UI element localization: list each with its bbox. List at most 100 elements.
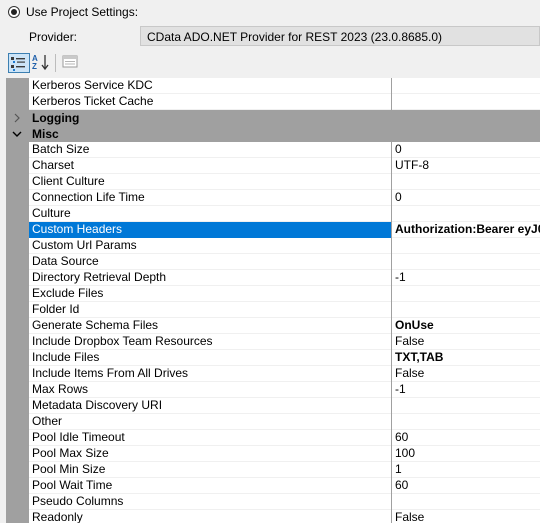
property-row[interactable]: Include Items From All Drives False xyxy=(6,366,540,382)
row-gutter xyxy=(6,478,29,494)
property-value[interactable]: False xyxy=(392,366,540,382)
property-value[interactable] xyxy=(392,78,540,94)
property-name[interactable]: Pool Min Size xyxy=(29,462,391,478)
property-value[interactable] xyxy=(392,398,540,414)
property-name[interactable]: Pool Wait Time xyxy=(29,478,391,494)
property-name[interactable]: Connection Life Time xyxy=(29,190,391,206)
categorized-icon xyxy=(11,57,25,71)
property-value[interactable]: TXT,TAB xyxy=(392,350,540,366)
property-value[interactable]: -1 xyxy=(392,382,540,398)
property-row[interactable]: Pool Min Size 1 xyxy=(6,462,540,478)
property-name[interactable]: Charset xyxy=(29,158,391,174)
row-gutter xyxy=(6,190,29,206)
property-row[interactable]: Pool Max Size 100 xyxy=(6,446,540,462)
property-row[interactable]: Exclude Files xyxy=(6,286,540,302)
property-value[interactable]: False xyxy=(392,334,540,350)
property-value[interactable]: 60 xyxy=(392,430,540,446)
property-row[interactable]: Folder Id xyxy=(6,302,540,318)
property-value[interactable]: UTF-8 xyxy=(392,158,540,174)
provider-field[interactable]: CData ADO.NET Provider for REST 2023 (23… xyxy=(140,26,540,46)
row-gutter xyxy=(6,382,29,398)
property-name[interactable]: Kerberos Service KDC xyxy=(29,78,391,94)
property-row[interactable]: Pool Wait Time 60 xyxy=(6,478,540,494)
category-row[interactable]: Misc xyxy=(6,126,540,142)
property-name[interactable]: Pseudo Columns xyxy=(29,494,391,510)
property-value[interactable] xyxy=(392,174,540,190)
property-name[interactable]: Include Items From All Drives xyxy=(29,366,391,382)
property-row[interactable]: Charset UTF-8 xyxy=(6,158,540,174)
property-grid[interactable]: Kerberos Service KDC Kerberos Ticket Cach… xyxy=(6,78,540,523)
property-value[interactable] xyxy=(392,254,540,270)
property-row[interactable]: Pseudo Columns xyxy=(6,494,540,510)
property-name[interactable]: Readonly xyxy=(29,510,391,523)
property-name[interactable]: Culture xyxy=(29,206,391,222)
property-name[interactable]: Include Files xyxy=(29,350,391,366)
property-value[interactable]: False xyxy=(392,510,540,523)
property-name[interactable]: Custom Url Params xyxy=(29,238,391,254)
property-name[interactable]: Pool Max Size xyxy=(29,446,391,462)
property-value[interactable]: Authorization:Bearer eyJ0 xyxy=(392,222,540,238)
property-name[interactable]: Include Dropbox Team Resources xyxy=(29,334,391,350)
property-row[interactable]: Other xyxy=(6,414,540,430)
property-value[interactable] xyxy=(392,286,540,302)
property-row[interactable]: Metadata Discovery URI xyxy=(6,398,540,414)
property-row[interactable]: Kerberos Ticket Cache xyxy=(6,94,540,110)
property-name[interactable]: Exclude Files xyxy=(29,286,391,302)
property-value[interactable] xyxy=(392,206,540,222)
property-row[interactable]: Client Culture xyxy=(6,174,540,190)
property-row[interactable]: Custom Headers Authorization:Bearer eyJ0 xyxy=(6,222,540,238)
property-row[interactable]: Directory Retrieval Depth -1 xyxy=(6,270,540,286)
property-name[interactable]: Custom Headers xyxy=(29,222,391,238)
property-pages-button[interactable] xyxy=(60,53,82,73)
categorized-button[interactable] xyxy=(8,53,30,73)
property-value[interactable]: 60 xyxy=(392,478,540,494)
property-name[interactable]: Folder Id xyxy=(29,302,391,318)
property-value[interactable] xyxy=(392,94,540,110)
property-name[interactable]: Data Source xyxy=(29,254,391,270)
row-gutter xyxy=(6,286,29,302)
property-row[interactable]: Data Source xyxy=(6,254,540,270)
property-value[interactable]: -1 xyxy=(392,270,540,286)
property-value[interactable] xyxy=(392,238,540,254)
provider-header: Use Project Settings: Provider: CData AD… xyxy=(0,0,540,50)
property-row[interactable]: Include Files TXT,TAB xyxy=(6,350,540,366)
property-row[interactable]: Culture xyxy=(6,206,540,222)
category-label: Logging xyxy=(32,111,80,125)
property-value[interactable]: 100 xyxy=(392,446,540,462)
property-name[interactable]: Pool Idle Timeout xyxy=(29,430,391,446)
property-row[interactable]: Pool Idle Timeout 60 xyxy=(6,430,540,446)
property-row[interactable]: Generate Schema Files OnUse xyxy=(6,318,540,334)
property-name[interactable]: Generate Schema Files xyxy=(29,318,391,334)
property-name[interactable]: Metadata Discovery URI xyxy=(29,398,391,414)
row-gutter xyxy=(6,206,29,222)
property-name[interactable]: Other xyxy=(29,414,391,430)
property-value[interactable] xyxy=(392,302,540,318)
radio-selected-icon[interactable] xyxy=(8,6,20,18)
property-value[interactable]: 0 xyxy=(392,142,540,158)
chevron-right-icon[interactable] xyxy=(11,110,23,126)
property-value[interactable] xyxy=(392,414,540,430)
property-row[interactable]: Custom Url Params xyxy=(6,238,540,254)
property-value[interactable]: 1 xyxy=(392,462,540,478)
property-row[interactable]: Include Dropbox Team Resources False xyxy=(6,334,540,350)
property-value[interactable]: 0 xyxy=(392,190,540,206)
category-row[interactable]: Logging xyxy=(6,110,540,126)
property-row[interactable]: Connection Life Time 0 xyxy=(6,190,540,206)
property-row[interactable]: Readonly False xyxy=(6,510,540,523)
property-row[interactable]: Max Rows -1 xyxy=(6,382,540,398)
chevron-down-icon[interactable] xyxy=(11,126,23,142)
property-row[interactable]: Kerberos Service KDC xyxy=(6,78,540,94)
property-name[interactable]: Directory Retrieval Depth xyxy=(29,270,391,286)
property-value[interactable] xyxy=(392,494,540,510)
property-name[interactable]: Kerberos Ticket Cache xyxy=(29,94,391,110)
use-project-settings-option[interactable]: Use Project Settings: xyxy=(8,4,138,20)
property-value[interactable]: OnUse xyxy=(392,318,540,334)
property-name[interactable]: Client Culture xyxy=(29,174,391,190)
property-name[interactable]: Max Rows xyxy=(29,382,391,398)
svg-text:Z: Z xyxy=(32,62,37,71)
row-gutter xyxy=(6,446,29,462)
property-name[interactable]: Batch Size xyxy=(29,142,391,158)
alphabetical-button[interactable]: A Z xyxy=(31,53,53,73)
property-row[interactable]: Batch Size 0 xyxy=(6,142,540,158)
row-gutter xyxy=(6,302,29,318)
